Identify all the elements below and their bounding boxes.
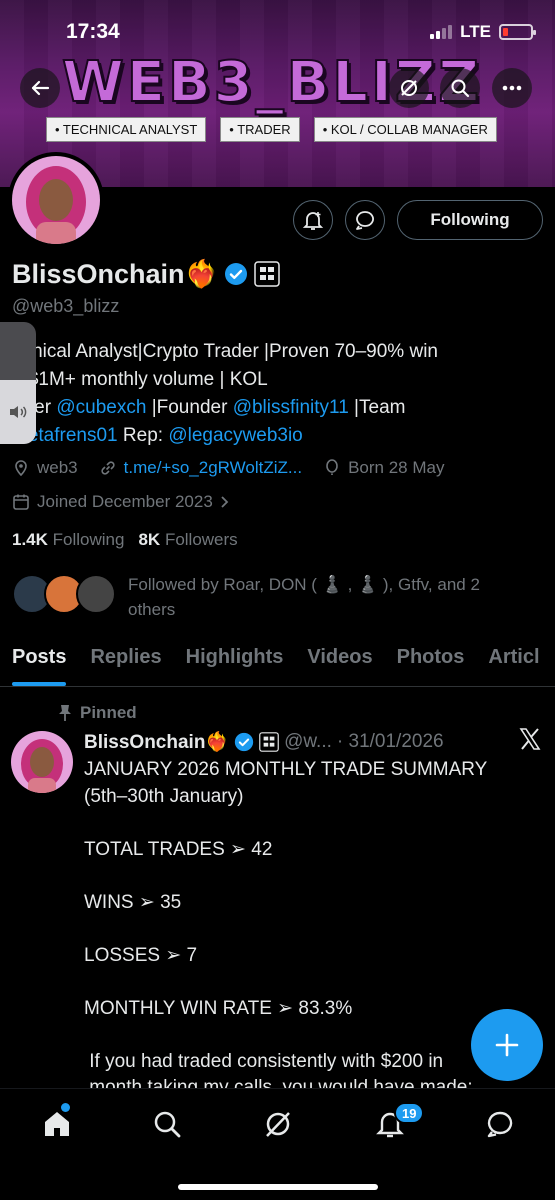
banner-tag: • KOL / COLLAB MANAGER [313,117,497,142]
post-header: BlissOnchain❤️‍🔥 @w... · 31/01/2026 [84,730,444,754]
followed-by[interactable]: Followed by Roar, DON ( ♟️ , ♟️ ), Gtfv,… [12,572,528,622]
tab-articles[interactable]: Articl [476,640,551,686]
calendar-icon [13,494,29,510]
profile-name-text: BlissOnchain❤️‍🔥 [12,259,219,289]
pinned-text: Pinned [80,703,137,722]
follower-avatars [12,572,116,616]
joined-row[interactable]: Joined December 2023 [12,492,230,512]
back-arrow-icon [31,80,50,96]
bio-line: e,$1M+ monthly volume | KOL [12,369,268,390]
bio-text: Rep: [117,425,169,446]
grok-icon[interactable] [263,1109,293,1139]
profile-meta-row: web3 t.me/+so_2gRWoltZiZ... Born 28 May [12,458,444,478]
home-icon[interactable] [42,1109,72,1139]
more-dots-icon [502,85,522,91]
status-time: 17:34 [66,20,120,43]
pinned-label: Pinned [58,703,137,723]
post-avatar[interactable] [11,731,73,793]
plus-icon [495,1033,519,1057]
profile-avatar[interactable] [8,152,104,248]
post-handle: @w... [284,731,332,752]
battery-icon [499,24,536,40]
affiliate-badge-icon[interactable] [254,261,280,287]
followers-label: Followers [164,530,238,549]
bell-plus-icon [302,212,324,230]
more-button[interactable] [492,68,532,108]
verified-badge-icon[interactable] [224,262,248,286]
tab-posts[interactable]: Posts [0,640,78,686]
network-label: LTE [460,22,491,41]
followers-count: 8K [138,530,161,549]
birthday-text: Born 28 May [348,458,445,477]
search-button[interactable] [440,68,480,108]
profile-handle: @web3_blizz [12,296,120,316]
tab-photos[interactable]: Photos [385,640,477,686]
mention-link[interactable]: @legacyweb3io [168,425,302,446]
bio-text: |Team [348,397,406,418]
profile-name: BlissOnchain❤️‍🔥 [12,258,280,290]
banner-tag: • TRADER [220,117,300,142]
notify-button[interactable] [293,200,333,240]
notifications-badge: 19 [394,1102,425,1124]
profile-tabs: Posts Replies Highlights Videos Photos A… [0,640,555,687]
tab-highlights[interactable]: Highlights [174,640,296,686]
home-indicator [178,1184,378,1190]
pin-icon [59,705,71,721]
post-author[interactable]: BlissOnchain❤️‍🔥 [84,730,229,754]
followers-count-link[interactable]: 8K Followers [138,530,237,550]
grok-button[interactable] [389,68,429,108]
post-text: JANUARY 2026 MONTHLY TRADE SUMMARY (5th–… [84,759,488,1098]
x-logo-icon[interactable] [518,727,542,756]
messages-icon[interactable] [485,1109,515,1139]
following-label: Following [52,530,125,549]
tab-videos[interactable]: Videos [295,640,384,686]
mention-link[interactable]: @cubexch [56,397,146,418]
following-count-link[interactable]: 1.4K Following [12,530,124,550]
back-button[interactable] [20,68,60,108]
website-link[interactable]: t.me/+so_2gRWoltZiZ... [124,458,302,478]
mention-link[interactable]: @blissfinity11 [233,397,349,418]
following-button[interactable]: Following [397,200,543,240]
signal-icon [430,25,453,39]
compose-button[interactable] [471,1009,543,1081]
message-button[interactable] [345,200,385,240]
volume-hud [0,322,36,444]
chat-bubble-icon [356,211,374,230]
chevron-right-icon [221,496,229,508]
bio-line: chnical Analyst|Crypto Trader |Proven 70… [12,341,438,362]
bio-line: rtner @cubexch |Founder @blissfinity11 |… [12,394,542,422]
post-date: · 31/01/2026 [336,731,444,752]
tab-replies[interactable]: Replies [78,640,173,686]
search-icon [451,79,470,98]
bio-line: metafrens01 Rep: @legacyweb3io [12,422,542,450]
follow-counts: 1.4K Following 8K Followers [12,530,238,550]
joined-text: Joined December 2023 [37,492,213,511]
profile-bio: chnical Analyst|Crypto Trader |Proven 70… [12,338,542,450]
avatar-image [12,156,100,244]
verified-badge-icon [234,732,254,752]
affiliate-badge-icon [259,732,279,752]
followed-by-text: Followed by Roar, DON ( ♟️ , ♟️ ), Gtfv,… [128,575,480,619]
banner-tags: • TECHNICAL ANALYST • TRADER • KOL / COL… [46,117,497,142]
link-icon [101,461,115,475]
location-text: web3 [37,458,78,477]
home-new-indicator [61,1103,70,1112]
balloon-icon [326,459,338,475]
grok-icon [401,80,417,96]
following-count: 1.4K [12,530,48,549]
banner-tag: • TECHNICAL ANALYST [46,117,207,142]
location-pin-icon [15,460,27,477]
avatar [76,574,116,614]
speaker-icon [10,406,27,418]
status-indicators: LTE [430,22,536,42]
bio-text: |Founder [146,397,233,418]
search-icon[interactable] [152,1109,182,1139]
